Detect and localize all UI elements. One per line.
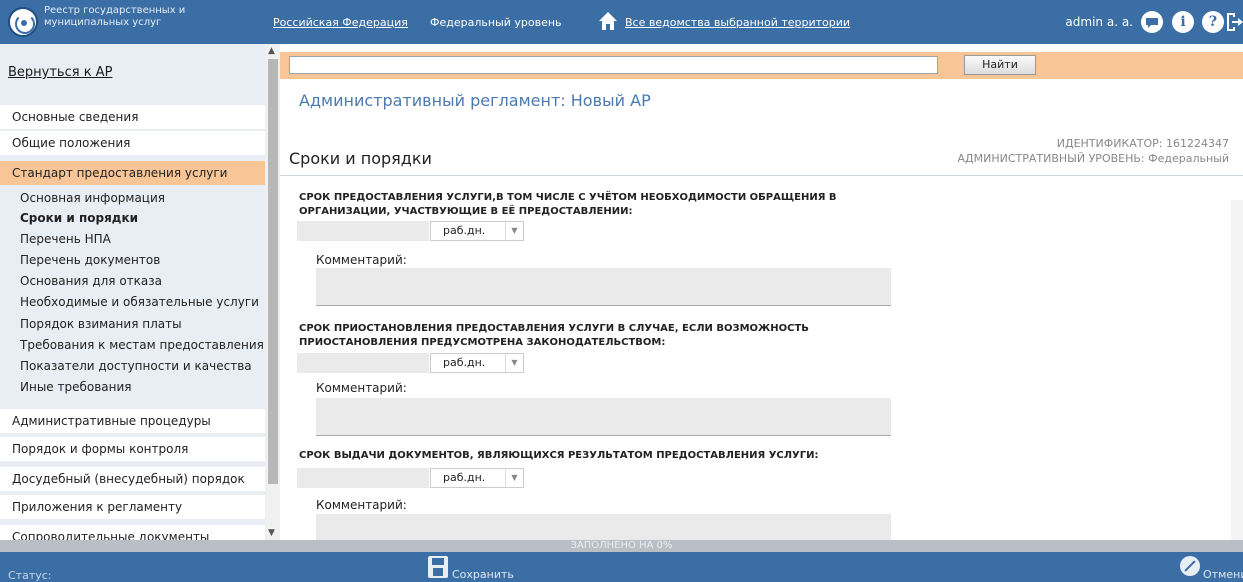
sidebar-subitem[interactable]: Необходимые и обязательные услуги [20, 295, 259, 309]
brand-line-1: Реестр государственных и [44, 5, 186, 16]
sidebar-subitem[interactable]: Порядок взимания платы [20, 317, 182, 331]
region-link[interactable]: Российская Федерация [273, 16, 408, 29]
question-label: СРОК ПРИОСТАНОВЛЕНИЯ ПРЕДОСТАВЛЕНИЯ УСЛУ… [299, 323, 809, 348]
sidebar-subitem-current[interactable]: Сроки и порядки [20, 211, 138, 225]
help-icon[interactable]: ? [1202, 11, 1224, 33]
sidebar-subitem[interactable]: Основная информация [20, 191, 165, 205]
fill-progress: ЗАПОЛНЕНО НА 0% [0, 540, 1243, 552]
sidebar-item-basic-info[interactable]: Основные сведения [0, 105, 265, 130]
comment-label: Комментарий: [316, 253, 407, 267]
level-selector[interactable]: Федеральный уровень [430, 16, 562, 29]
unit-select-value: раб.дн. [443, 471, 486, 484]
sidebar-item-admin-procedures[interactable]: Административные процедуры [0, 409, 265, 434]
comment-textarea[interactable] [316, 514, 891, 540]
sidebar-item-control[interactable]: Порядок и формы контроля [0, 437, 265, 462]
question-label: СРОК ВЫДАЧИ ДОКУМЕНТОВ, ЯВЛЯЮЩИХСЯ РЕЗУЛ… [299, 450, 819, 461]
agencies-link[interactable]: Все ведомства выбранной территории [625, 16, 850, 29]
sidebar-item-general-provisions[interactable]: Общие положения [0, 131, 265, 156]
brand-line-2: муниципальных услуг [44, 17, 162, 28]
comment-textarea[interactable] [316, 398, 891, 436]
sidebar-item-pretrial[interactable]: Досудебный (внесудебный) порядок [0, 467, 265, 492]
scroll-down-icon[interactable]: ▼ [268, 528, 275, 538]
sidebar-subitem[interactable]: Основания для отказа [20, 274, 162, 288]
sidebar-subitem[interactable]: Иные требования [20, 380, 132, 394]
sidebar-nav: Вернуться к АР Основные сведения Общие п… [0, 44, 265, 540]
registry-logo-icon[interactable] [8, 7, 38, 37]
comment-label: Комментарий: [316, 381, 407, 395]
identifier-label: ИДЕНТИФИКАТОР: 161224347 [1056, 137, 1229, 150]
chevron-down-icon[interactable]: ▼ [505, 222, 523, 240]
find-button[interactable]: Найти [964, 55, 1036, 75]
sidebar-subitem[interactable]: Перечень НПА [20, 232, 111, 246]
user-name[interactable]: admin a. a. [1065, 15, 1133, 29]
cancel-button-label: Отменить [1203, 568, 1243, 581]
sidebar-item-accompanying-docs[interactable]: Сопроводительные документы [0, 525, 265, 540]
chevron-down-icon[interactable]: ▼ [505, 354, 523, 372]
comment-textarea[interactable] [316, 268, 891, 306]
back-to-ar-link[interactable]: Вернуться к АР [8, 65, 112, 80]
chevron-down-icon[interactable]: ▼ [505, 469, 523, 487]
unit-select[interactable]: раб.дн. ▼ [430, 221, 524, 241]
unit-select[interactable]: раб.дн. ▼ [430, 468, 524, 488]
sidebar-item-appendices[interactable]: Приложения к регламенту [0, 495, 265, 520]
save-button-label: Сохранить [452, 568, 514, 581]
chat-icon[interactable] [1141, 11, 1163, 33]
cancel-button[interactable]: Отменить [1180, 556, 1243, 581]
top-bar: Реестр государственных и муниципальных у… [0, 0, 1243, 44]
cancel-icon [1180, 556, 1200, 576]
status-label: Статус: [8, 569, 52, 582]
duration-input[interactable] [297, 468, 429, 488]
sidebar-scrollbar-thumb[interactable] [268, 59, 278, 484]
sidebar-subitem[interactable]: Требования к местам предоставления [20, 338, 264, 352]
info-icon[interactable]: i [1172, 11, 1194, 33]
scroll-up-icon[interactable]: ▲ [268, 46, 275, 56]
sidebar-item-service-standard[interactable]: Стандарт предоставления услуги [0, 161, 265, 186]
admin-level-label: АДМИНИСТРАТИВНЫЙ УРОВЕНЬ: Федеральный [957, 152, 1229, 165]
section-title: Сроки и порядки [289, 149, 432, 168]
search-input[interactable] [289, 56, 938, 74]
sidebar-subitem[interactable]: Перечень документов [20, 253, 160, 267]
unit-select[interactable]: раб.дн. ▼ [430, 353, 524, 373]
document-title: Административный регламент: Новый АР [299, 91, 651, 110]
comment-label: Комментарий: [316, 498, 407, 512]
question-label: СРОК ПРЕДОСТАВЛЕНИЯ УСЛУГИ,В ТОМ ЧИСЛЕ С… [299, 192, 837, 217]
duration-input[interactable] [297, 353, 429, 373]
main-scrollbar[interactable] [1231, 200, 1243, 540]
sidebar-subitem[interactable]: Показатели доступности и качества [20, 359, 252, 373]
floppy-disk-icon [428, 556, 448, 578]
unit-select-value: раб.дн. [443, 356, 486, 369]
bottom-bar: Статус: Сохранить Отменить [0, 552, 1243, 582]
logout-icon[interactable] [1225, 11, 1243, 33]
unit-select-value: раб.дн. [443, 224, 486, 237]
section-divider [280, 175, 1243, 176]
brand-title[interactable]: Реестр государственных и муниципальных у… [44, 5, 214, 29]
duration-input[interactable] [297, 221, 429, 241]
home-icon [599, 12, 617, 30]
